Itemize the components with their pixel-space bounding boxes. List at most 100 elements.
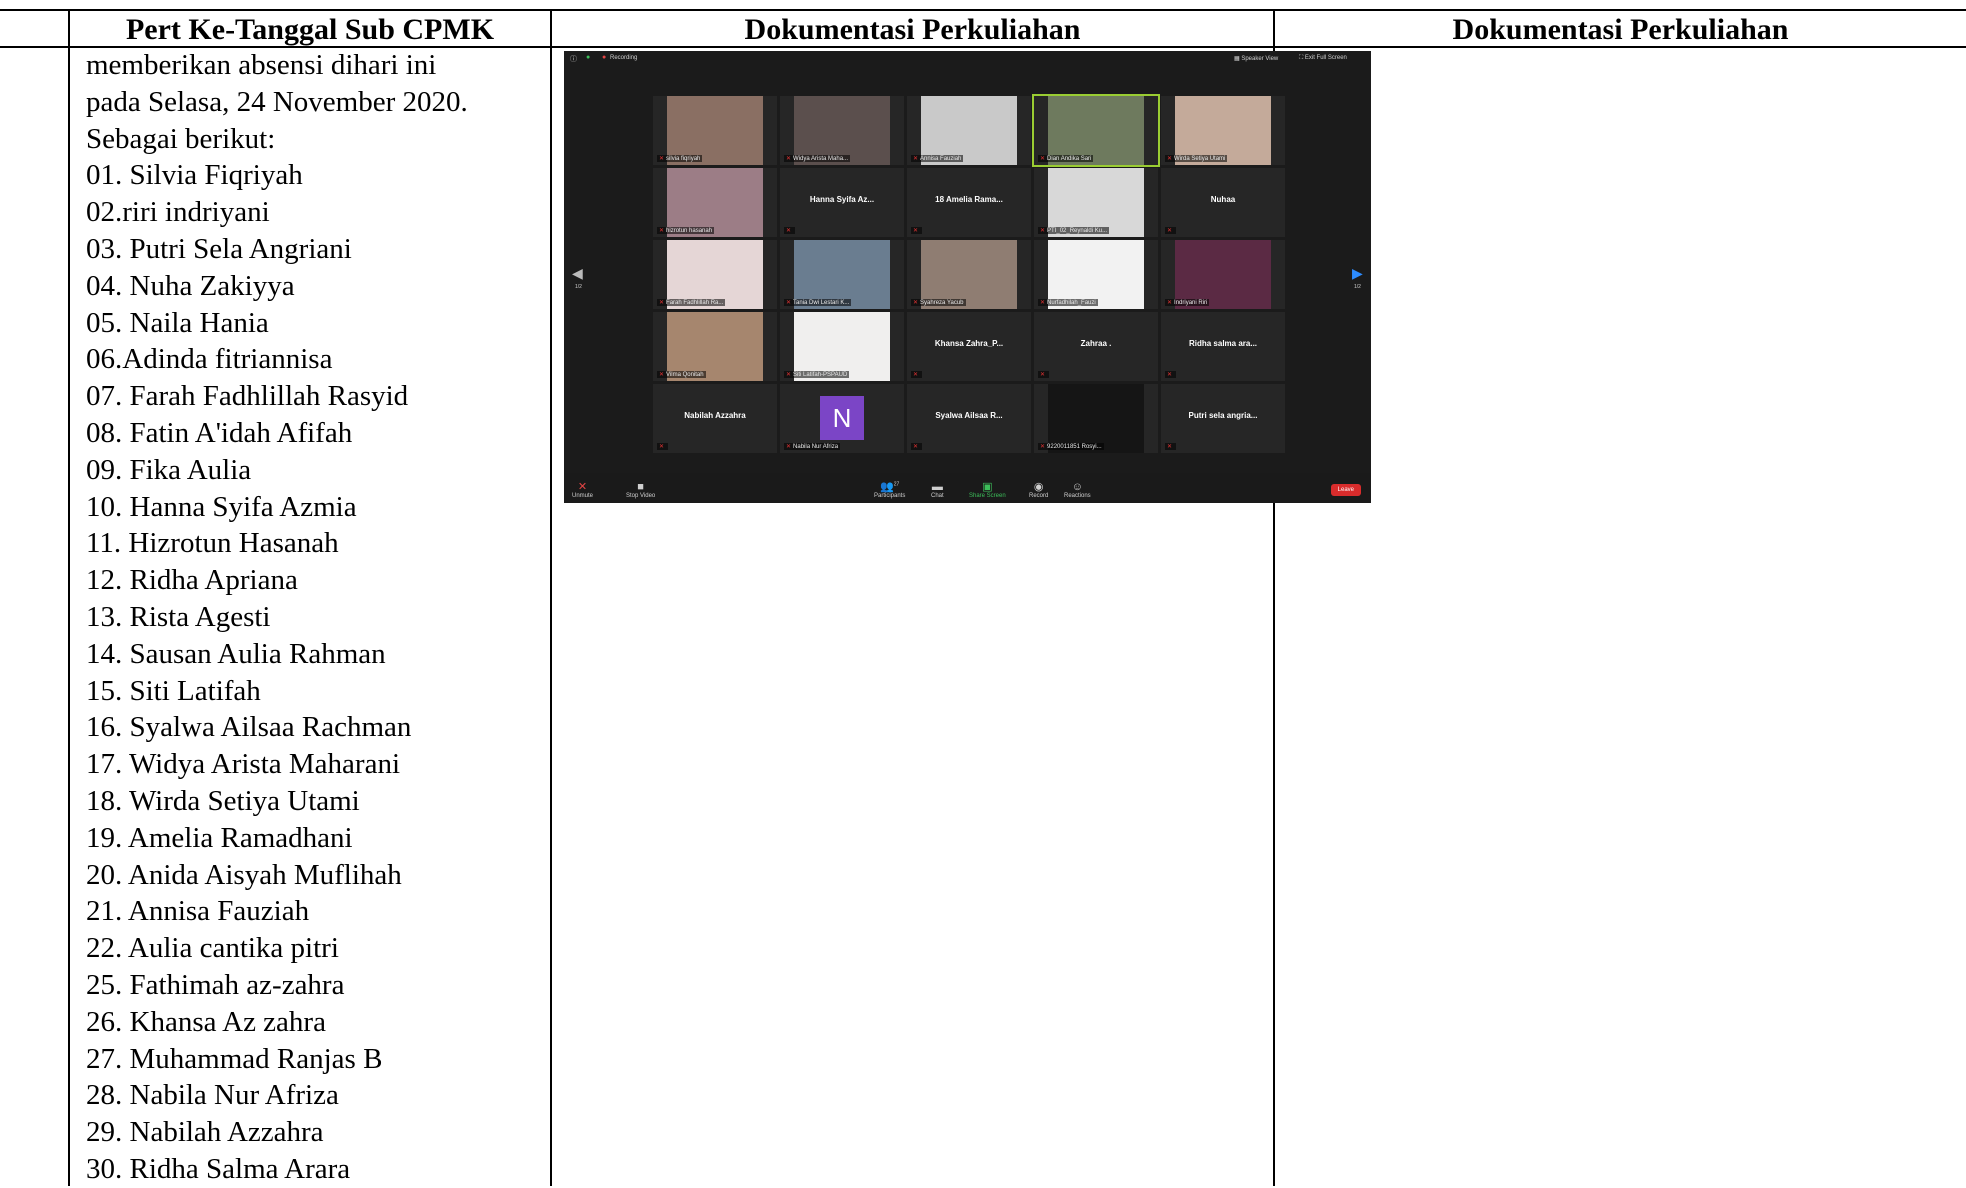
participant-tile[interactable]: N ✕ Nabila Nur Afriza	[780, 384, 904, 453]
participant-label: ✕	[1165, 443, 1177, 450]
participants-count: 27	[893, 481, 900, 488]
participants-icon: 👥27	[880, 481, 900, 493]
mic-muted-icon: ✕	[1040, 372, 1046, 378]
participant-tile[interactable]: Ridha salma ara... ✕	[1161, 312, 1285, 381]
prev-page-icon[interactable]: ◀	[572, 265, 583, 282]
mic-muted-icon: ✕	[577, 481, 588, 493]
attendance-item: 03. Putri Sela Angriani	[86, 232, 352, 265]
participant-tile[interactable]: ✕ silvia fiqriyah	[653, 96, 777, 165]
participant-label-text: PTI_02_Reynaldi Ku...	[1047, 228, 1108, 234]
leave-button[interactable]: Leave	[1330, 484, 1361, 496]
participant-label-text: Indriyani Riri	[1174, 300, 1208, 306]
attendance-item: 10. Hanna Syifa Azmia	[86, 490, 357, 523]
attendance-item: 14. Sausan Aulia Rahman	[86, 637, 386, 670]
mic-muted-icon: ✕	[1040, 300, 1046, 306]
participant-tile[interactable]: Khansa Zahra_P... ✕	[907, 312, 1031, 381]
participant-tile[interactable]: ✕ Annisa Fauziah	[907, 96, 1031, 165]
record-icon: ◉	[1033, 481, 1044, 493]
participant-label-text: Annisa Fauziah	[920, 156, 962, 162]
attendance-item: 18. Wirda Setiya Utami	[86, 784, 360, 817]
participant-tile[interactable]: ✕ Syahreza Yacub	[907, 240, 1031, 309]
participant-label: ✕	[1038, 371, 1050, 378]
mic-muted-icon: ✕	[1040, 228, 1046, 234]
attendance-item: 30. Ridha Salma Arara	[86, 1152, 351, 1185]
participant-label: ✕	[911, 371, 923, 378]
next-page-icon[interactable]: ▶	[1352, 265, 1363, 282]
exit-full-screen-button[interactable]: ⛶ Exit Full Screen	[1299, 55, 1347, 62]
participant-tile[interactable]: ✕ Indriyani Riri	[1161, 240, 1285, 309]
camera-icon: ■	[637, 481, 644, 493]
participant-tile[interactable]: Syalwa Ailsaa R... ✕	[907, 384, 1031, 453]
participant-label: ✕ Annisa Fauziah	[911, 155, 964, 162]
participant-tile[interactable]: Zahraa . ✕	[1034, 312, 1158, 381]
participant-tile[interactable]: ✕ Tania Dwi Lestari K...	[780, 240, 904, 309]
attendance-item: 20. Anida Aisyah Muflihah	[86, 858, 402, 891]
attendance-item: 19. Amelia Ramadhani	[86, 821, 353, 854]
attendance-item: 04. Nuha Zakiyya	[86, 269, 295, 302]
participant-label: ✕ Tania Dwi Lestari K...	[784, 299, 852, 306]
mic-muted-icon: ✕	[913, 156, 919, 162]
intro-line: memberikan absensi dihari ini	[86, 49, 437, 81]
participant-tile[interactable]: Putri sela angria... ✕	[1161, 384, 1285, 453]
col-border-1	[550, 9, 552, 1186]
col-border-0	[68, 9, 70, 1186]
mic-muted-icon: ✕	[659, 444, 665, 450]
participant-tile[interactable]: Nabilah Azzahra ✕	[653, 384, 777, 453]
participant-label: ✕	[657, 443, 669, 450]
participant-label: ✕ silvia fiqriyah	[657, 155, 703, 162]
participant-tile[interactable]: ✕ Farah Fadhlillah Ra...	[653, 240, 777, 309]
participant-label: ✕ Syahreza Yacub	[911, 299, 966, 306]
participant-tile[interactable]: ✕ Wirda Setiya Utami	[1161, 96, 1285, 165]
chat-button[interactable]: ▬ Chat	[931, 481, 944, 499]
mic-muted-icon: ✕	[1040, 156, 1046, 162]
mic-muted-icon: ✕	[659, 300, 665, 306]
share-screen-button[interactable]: ▣ Share Screen	[969, 480, 1006, 499]
attendance-item: 16. Syalwa Ailsaa Rachman	[86, 711, 412, 744]
participant-tile[interactable]: ✕ PTI_02_Reynaldi Ku...	[1034, 168, 1158, 237]
avatar: N	[820, 396, 864, 440]
attendance-text: memberikan absensi dihari ini pada Selas…	[86, 47, 546, 1188]
participant-tile[interactable]: ✕ Nurfadhilah_Fauzi	[1034, 240, 1158, 309]
exit-full-screen-label: Exit Full Screen	[1304, 55, 1347, 61]
intro-line: pada Selasa, 24 November 2020.	[86, 85, 468, 118]
intro-line: Sebagai berikut:	[86, 122, 276, 155]
attendance-item: 22. Aulia cantika pitri	[86, 932, 339, 965]
stop-video-button[interactable]: ■ Stop Video	[626, 481, 655, 499]
share-screen-icon: ▣	[982, 481, 993, 493]
next-page-label: 1/2	[1354, 284, 1361, 290]
participant-tile[interactable]: ✕ hizrotun hasanah	[653, 168, 777, 237]
mic-muted-icon: ✕	[1167, 444, 1173, 450]
record-button[interactable]: ◉ Record	[1029, 480, 1048, 499]
participant-label: ✕	[1165, 371, 1177, 378]
participant-tile[interactable]: Nuhaa ✕	[1161, 168, 1285, 237]
participant-label: ✕ Siti Latifah-PSPAUD	[784, 371, 850, 378]
participant-tile[interactable]: 18 Amelia Rama... ✕	[907, 168, 1031, 237]
participant-name: Ridha salma ara...	[1188, 339, 1258, 348]
reactions-button[interactable]: ☺ Reactions	[1064, 481, 1091, 499]
participant-tile[interactable]: ✕ Vilma Qonitah	[653, 312, 777, 381]
participant-label: ✕ hizrotun hasanah	[657, 227, 715, 234]
attendance-item: 08. Fatin A'idah Afifah	[86, 416, 353, 449]
participant-name: 18 Amelia Rama...	[935, 195, 1003, 204]
mic-muted-icon: ✕	[913, 444, 919, 450]
attendance-list: 01. Silvia Fiqriyah 02.riri indriyani 03. …	[86, 157, 546, 1187]
participant-label: ✕ 9220011851 Rosyi...	[1038, 443, 1104, 450]
participant-label-text: Vilma Qonitah	[666, 372, 704, 378]
mic-muted-icon: ✕	[659, 228, 665, 234]
speaker-view-button[interactable]: ▦ Speaker View	[1234, 55, 1278, 62]
header-cell-3: Dokumentasi Perkuliahan	[1452, 13, 1789, 46]
share-screen-label: Share Screen	[969, 493, 1006, 499]
participant-tile[interactable]: Hanna Syifa Az... ✕	[780, 168, 904, 237]
participants-button[interactable]: 👥27 Participants	[874, 480, 905, 499]
participant-tile[interactable]: ✕ Dian Andika Sari	[1032, 94, 1160, 167]
participant-label-text: Syahreza Yacub	[920, 300, 964, 306]
participant-name: Nuhaa	[1210, 195, 1236, 204]
attendance-item: 12. Ridha Apriana	[86, 564, 298, 597]
participant-tile[interactable]: ✕ Widya Arista Maha...	[780, 96, 904, 165]
unmute-button[interactable]: ✕ Unmute	[572, 480, 593, 499]
participant-label-text: Farah Fadhlillah Ra...	[666, 300, 724, 306]
attendance-item: 25. Fathimah az-zahra	[86, 968, 345, 1001]
participant-tile[interactable]: ✕ 9220011851 Rosyi...	[1034, 384, 1158, 453]
prev-page-label: 1/2	[575, 284, 582, 290]
participant-tile[interactable]: ✕ Siti Latifah-PSPAUD	[780, 312, 904, 381]
